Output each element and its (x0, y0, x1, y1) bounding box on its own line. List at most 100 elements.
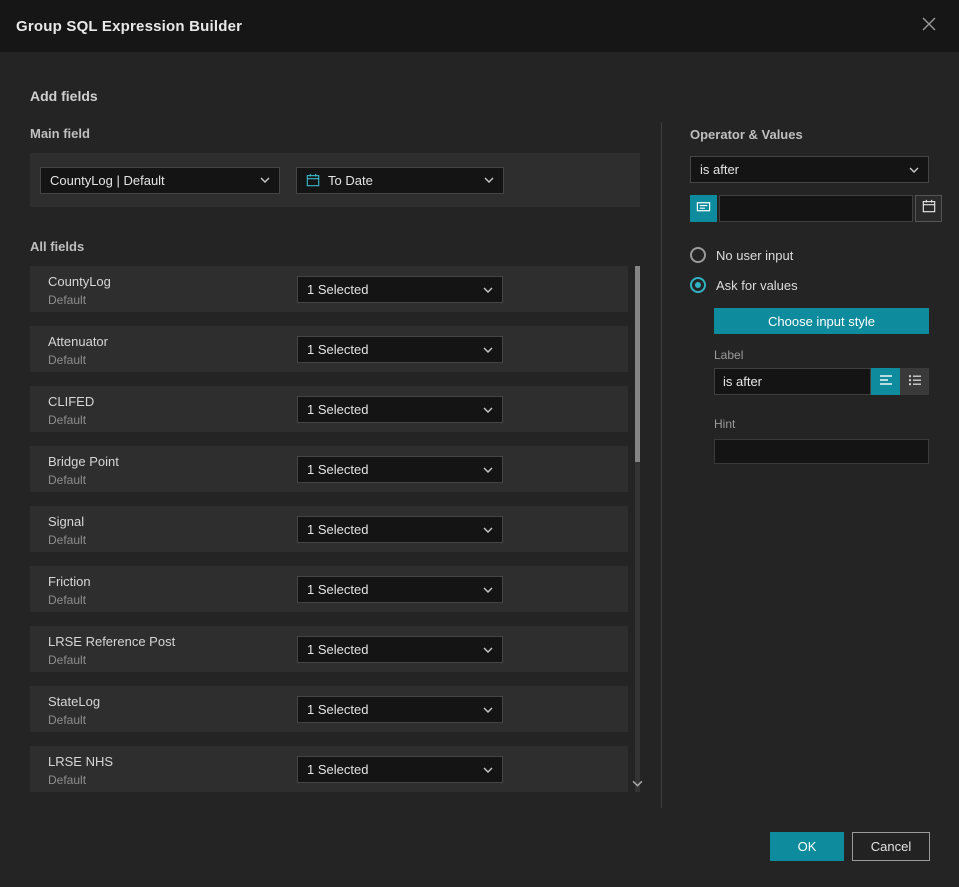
field-name: Friction (48, 574, 91, 589)
hint-input[interactable] (714, 439, 929, 464)
field-row-attenuator: Attenuator Default 1 Selected (30, 326, 628, 372)
fields-section: Add fields Main field CountyLog | Defaul… (0, 52, 661, 808)
field-selected-dropdown[interactable]: 1 Selected (297, 516, 503, 543)
field-name: LRSE NHS (48, 754, 114, 769)
field-selected-dropdown[interactable]: 1 Selected (297, 276, 503, 303)
field-selected-dropdown[interactable]: 1 Selected (297, 756, 503, 783)
field-row-clifed: CLIFED Default 1 Selected (30, 386, 628, 432)
field-row-statelog: StateLog Default 1 Selected (30, 686, 628, 732)
date-granularity-dropdown[interactable]: To Date (296, 166, 504, 194)
operator-values-heading: Operator & Values (690, 127, 803, 142)
field-selected-value: 1 Selected (307, 282, 369, 297)
dialog-footer: OK Cancel (770, 832, 930, 861)
field-selected-dropdown[interactable]: 1 Selected (297, 636, 503, 663)
chevron-down-icon (483, 347, 493, 353)
field-selected-dropdown[interactable]: 1 Selected (297, 456, 503, 483)
radio-label: No user input (716, 247, 794, 263)
dialog-body: Add fields Main field CountyLog | Defaul… (0, 52, 959, 808)
hint-caption: Hint (714, 417, 736, 431)
field-selected-dropdown[interactable]: 1 Selected (297, 696, 503, 723)
calendar-icon (922, 199, 936, 218)
value-input[interactable] (719, 195, 913, 222)
chevron-down-icon (483, 647, 493, 653)
main-field-dropdown-value: CountyLog | Default (50, 172, 165, 188)
field-selected-value: 1 Selected (307, 462, 369, 477)
main-field-heading: Main field (30, 126, 90, 141)
scroll-down-chevron-icon[interactable] (632, 774, 643, 792)
field-subtitle: Default (48, 293, 87, 307)
dialog-header: Group SQL Expression Builder (0, 0, 959, 52)
main-field-dropdown[interactable]: CountyLog | Default (40, 166, 280, 194)
label-input-row (714, 368, 929, 395)
radio-label: Ask for values (716, 277, 798, 293)
value-input-row (690, 195, 942, 222)
chevron-down-icon (483, 287, 493, 293)
chevron-down-icon (483, 527, 493, 533)
operator-dropdown-value: is after (700, 162, 740, 177)
field-selected-dropdown[interactable]: 1 Selected (297, 576, 503, 603)
ok-button[interactable]: OK (770, 832, 844, 861)
date-picker-button[interactable] (915, 195, 942, 222)
field-subtitle: Default (48, 593, 87, 607)
field-subtitle: Default (48, 353, 87, 367)
field-name: CLIFED (48, 394, 95, 409)
chevron-down-icon (909, 167, 919, 173)
field-subtitle: Default (48, 653, 87, 667)
field-selected-dropdown[interactable]: 1 Selected (297, 396, 503, 423)
field-subtitle: Default (48, 473, 87, 487)
field-selected-value: 1 Selected (307, 762, 369, 777)
field-row-countylog: CountyLog Default 1 Selected (30, 266, 628, 312)
cancel-button[interactable]: Cancel (852, 832, 930, 861)
field-subtitle: Default (48, 413, 87, 427)
chevron-down-icon (260, 177, 270, 183)
choose-input-style-button[interactable]: Choose input style (714, 308, 929, 334)
label-input[interactable] (714, 368, 871, 395)
calendar-icon (306, 173, 320, 187)
field-subtitle: Default (48, 713, 87, 727)
field-row-bridge-point: Bridge Point Default 1 Selected (30, 446, 628, 492)
text-input-style-button[interactable] (871, 368, 900, 395)
field-selected-value: 1 Selected (307, 402, 369, 417)
field-row-lrse-reference-post: LRSE Reference Post Default 1 Selected (30, 626, 628, 672)
chevron-down-icon (483, 467, 493, 473)
field-row-lrse-nhs: LRSE NHS Default 1 Selected (30, 746, 628, 792)
dialog-title: Group SQL Expression Builder (16, 17, 243, 35)
radio-unselected-icon (690, 247, 706, 263)
chevron-down-icon (483, 767, 493, 773)
close-icon (921, 16, 937, 37)
align-left-icon (879, 373, 893, 391)
add-fields-heading: Add fields (30, 88, 98, 104)
field-selected-value: 1 Selected (307, 582, 369, 597)
field-name: LRSE Reference Post (48, 634, 176, 649)
all-fields-list: CountyLog Default 1 Selected Attenuator … (30, 266, 643, 792)
bulleted-list-icon (908, 373, 922, 391)
operator-values-section: Operator & Values is after No user input… (662, 52, 959, 808)
field-name: Bridge Point (48, 454, 119, 469)
field-name: Attenuator (48, 334, 108, 349)
user-input-radio-group: No user input Ask for values (690, 244, 959, 296)
operator-dropdown[interactable]: is after (690, 156, 929, 183)
field-row-signal: Signal Default 1 Selected (30, 506, 628, 552)
static-value-button[interactable] (690, 195, 717, 222)
field-selected-value: 1 Selected (307, 642, 369, 657)
label-caption: Label (714, 348, 744, 362)
radio-ask-for-values[interactable]: Ask for values (690, 274, 959, 296)
field-row-friction: Friction Default 1 Selected (30, 566, 628, 612)
close-button[interactable] (915, 12, 943, 40)
group-sql-expression-builder-dialog: Group SQL Expression Builder Add fields … (0, 0, 959, 887)
all-fields-heading: All fields (30, 239, 85, 254)
static-value-icon (696, 199, 711, 219)
chevron-down-icon (483, 587, 493, 593)
chevron-down-icon (483, 707, 493, 713)
field-selected-value: 1 Selected (307, 522, 369, 537)
field-subtitle: Default (48, 773, 87, 787)
list-scrollbar-thumb[interactable] (635, 266, 640, 462)
field-selected-dropdown[interactable]: 1 Selected (297, 336, 503, 363)
list-input-style-button[interactable] (900, 368, 929, 395)
date-granularity-value: To Date (328, 172, 373, 188)
radio-no-user-input[interactable]: No user input (690, 244, 959, 266)
radio-selected-icon (690, 277, 706, 293)
chevron-down-icon (483, 407, 493, 413)
field-name: Signal (48, 514, 85, 529)
field-name: StateLog (48, 694, 101, 709)
